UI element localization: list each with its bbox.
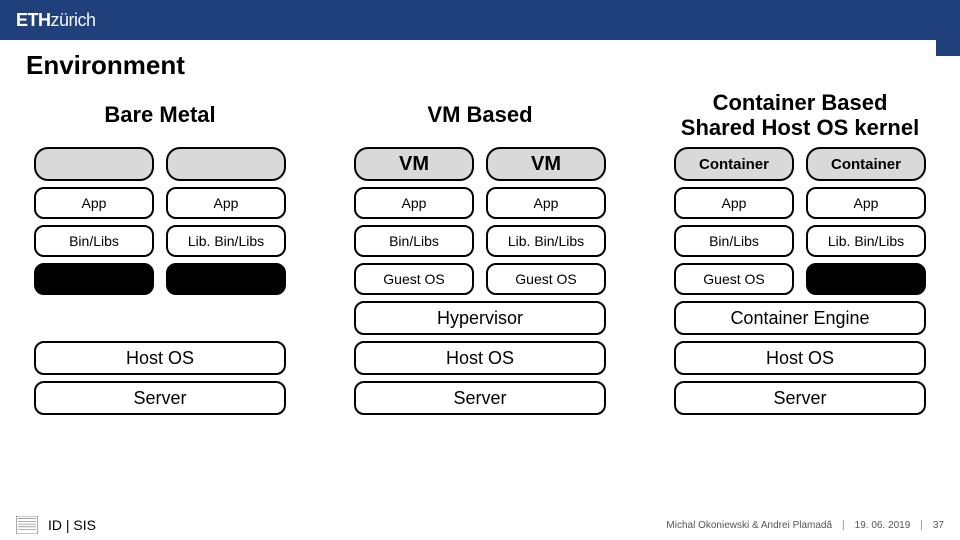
- cell-app: App: [486, 187, 606, 219]
- stack-left: App Bin/Libs: [34, 147, 154, 295]
- cell-server: Server: [674, 381, 926, 415]
- cell-host-os: Host OS: [34, 341, 286, 375]
- stack-right: VM App Lib. Bin/Libs Guest OS: [486, 147, 606, 295]
- page-title: Environment: [26, 50, 936, 81]
- cell-app: App: [34, 187, 154, 219]
- cell-app: App: [674, 187, 794, 219]
- stack-unit-label: Container: [806, 147, 926, 181]
- cell-server: Server: [354, 381, 606, 415]
- footer-left: ID | SIS: [48, 517, 96, 533]
- stack-unit-label: Container: [674, 147, 794, 181]
- column-2: Container Based Shared Host OS kernel Con…: [664, 89, 936, 415]
- cell-guest-os: [166, 263, 286, 295]
- footer-date: 19. 06. 2019: [855, 520, 911, 531]
- footer-page: 37: [933, 520, 944, 531]
- cell-host-os: Host OS: [674, 341, 926, 375]
- column-heading: VM Based: [427, 89, 532, 141]
- columns-container: Bare Metal App Bin/Libs App Lib. Bin/Libs Hos…: [24, 89, 936, 415]
- cell-libs: Bin/Libs: [354, 225, 474, 257]
- cell-libs: Lib. Bin/Libs: [166, 225, 286, 257]
- stacks-row: VM App Bin/Libs Guest OS VM App Lib. Bin/Libs G…: [344, 147, 616, 295]
- cell-hypervisor: Container Engine: [674, 301, 926, 335]
- cell-guest-os: Guest OS: [486, 263, 606, 295]
- stack-unit-label: [34, 147, 154, 181]
- cell-guest-os: Guest OS: [674, 263, 794, 295]
- cell-guest-os: Guest OS: [354, 263, 474, 295]
- stack-left: VM App Bin/Libs Guest OS: [354, 147, 474, 295]
- cell-host-os: Host OS: [354, 341, 606, 375]
- stacks-row: Container App Bin/Libs Guest OS Container App…: [664, 147, 936, 295]
- top-bar-accent: [936, 0, 960, 56]
- cell-app: App: [806, 187, 926, 219]
- footer-authors: Michal Okoniewski & Andrei Plamadă: [666, 520, 832, 531]
- stack-right: App Lib. Bin/Libs: [166, 147, 286, 295]
- stack-left: Container App Bin/Libs Guest OS: [674, 147, 794, 295]
- stacks-row: App Bin/Libs App Lib. Bin/Libs: [24, 147, 296, 295]
- stack-unit-label: VM: [354, 147, 474, 181]
- footer-sep-2: |: [920, 520, 923, 531]
- column-heading: Bare Metal: [104, 89, 215, 141]
- stack-unit-label: [166, 147, 286, 181]
- hypervisor-spacer: [34, 301, 286, 335]
- brand-bold: ETH: [16, 10, 51, 30]
- footer-sep-1: |: [842, 520, 845, 531]
- stack-right: Container App Lib. Bin/Libs: [806, 147, 926, 295]
- stack-unit-label: VM: [486, 147, 606, 181]
- brand-light: zürich: [51, 10, 96, 30]
- column-0: Bare Metal App Bin/Libs App Lib. Bin/Libs Hos…: [24, 89, 296, 415]
- top-bar: ETHzürich: [0, 0, 960, 40]
- cell-libs: Bin/Libs: [34, 225, 154, 257]
- column-heading: Container Based Shared Host OS kernel: [681, 89, 919, 141]
- cell-guest-os: [34, 263, 154, 295]
- cell-hypervisor: Hypervisor: [354, 301, 606, 335]
- cell-libs: Lib. Bin/Libs: [486, 225, 606, 257]
- cell-guest-os: [806, 263, 926, 295]
- brand-logo: ETHzürich: [16, 10, 96, 31]
- column-1: VM Based VM App Bin/Libs Guest OS VM App Lib. B…: [344, 89, 616, 415]
- cell-app: App: [166, 187, 286, 219]
- footer-right: Michal Okoniewski & Andrei Plamadă | 19.…: [666, 520, 944, 531]
- page-body: Environment Bare Metal App Bin/Libs App Lib.…: [0, 40, 960, 415]
- footer: ID | SIS Michal Okoniewski & Andrei Plam…: [0, 516, 960, 534]
- crest-icon: [16, 516, 38, 534]
- cell-libs: Bin/Libs: [674, 225, 794, 257]
- cell-libs: Lib. Bin/Libs: [806, 225, 926, 257]
- cell-app: App: [354, 187, 474, 219]
- cell-server: Server: [34, 381, 286, 415]
